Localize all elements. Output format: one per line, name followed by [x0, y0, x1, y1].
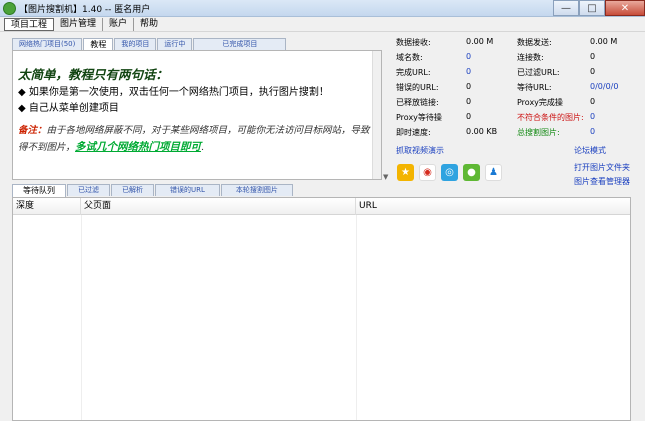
title-bar: 【图片搜割机】1.40 -- 匿名用户 — □ ✕: [0, 0, 645, 17]
wechat-icon[interactable]: ●: [463, 164, 480, 181]
tencent-weibo-icon[interactable]: ◎: [441, 164, 458, 181]
column-divider: [356, 215, 357, 420]
tutorial-panel: 太简单，教程只有两句话： ◆ 如果你是第一次使用，双击任何一个网络热门项目，执行…: [12, 50, 382, 180]
column-divider: [81, 215, 82, 420]
stat-label-filtered-url: 已过滤URL:: [517, 68, 560, 77]
column-header-url[interactable]: URL: [356, 198, 630, 215]
stat-label-sent: 数据发送:: [517, 38, 552, 47]
tab-my-projects[interactable]: 我的项目: [114, 38, 157, 50]
tab-filtered[interactable]: 已过滤: [67, 184, 110, 196]
stat-value-recv: 0.00 M: [466, 37, 494, 46]
stat-value-domains: 0: [466, 52, 472, 61]
weibo-icon[interactable]: ◉: [419, 164, 436, 181]
column-header-depth[interactable]: 深度: [13, 198, 81, 215]
tab-error-url[interactable]: 错误的URL: [155, 184, 220, 196]
queue-tabs: 等待队列 已过滤 已解析 错误的URL 本轮搜割图片: [12, 184, 294, 197]
stat-label-recv: 数据接收:: [396, 38, 431, 47]
tutorial-scrollbar[interactable]: [372, 51, 381, 179]
stat-label-done-url: 完成URL:: [396, 68, 431, 77]
stat-label-speed: 即时速度:: [396, 128, 431, 137]
tab-hot-projects[interactable]: 网络热门项目(50): [12, 38, 83, 50]
table-header: 深度 父页面 URL: [13, 198, 630, 215]
minimize-button[interactable]: —: [553, 0, 579, 16]
stat-value-error-url: 0: [466, 82, 472, 91]
window-title: 【图片搜割机】1.40 -- 匿名用户: [19, 5, 151, 15]
tutorial-step-1: ◆ 如果你是第一次使用，双击任何一个网络热门项目，执行图片搜割！: [18, 87, 329, 98]
tab-completed[interactable]: 已完成项目: [193, 38, 287, 50]
menu-project[interactable]: 项目工程: [4, 17, 55, 31]
column-header-parent-page[interactable]: 父页面: [81, 198, 356, 215]
video-demo-link[interactable]: 抓取视频演示: [396, 145, 444, 156]
forum-mode-link[interactable]: 论坛模式: [574, 145, 606, 156]
tab-round-images[interactable]: 本轮搜割图片: [220, 184, 293, 196]
stat-label-proxy-done: Proxy完成操: [517, 98, 563, 107]
note-label: 备注：: [18, 125, 47, 136]
qzone-icon[interactable]: ★: [397, 164, 414, 181]
maximize-button[interactable]: □: [579, 0, 605, 16]
stat-value-total-images: 0: [590, 127, 596, 136]
tab-wait-queue[interactable]: 等待队列: [12, 184, 66, 197]
note-end: .: [201, 142, 205, 153]
stat-value-filtered-url: 0: [590, 67, 596, 76]
stat-label-error-url: 错误的URL:: [396, 83, 439, 92]
stat-label-domains: 域名数:: [396, 53, 423, 62]
stat-value-proxy-wait: 0: [466, 112, 472, 121]
open-folder-link[interactable]: 打开图片文件夹: [574, 162, 630, 173]
stat-value-done-url: 0: [466, 67, 472, 76]
url-table: 深度 父页面 URL: [12, 197, 631, 421]
stat-value-rejected-images: 0: [590, 112, 596, 121]
tab-parsed[interactable]: 已解析: [111, 184, 154, 196]
tutorial-title: 太简单，教程只有两句话：: [18, 67, 169, 82]
scroll-down-arrow-icon[interactable]: ▼: [383, 173, 388, 181]
stat-value-proxy-done: 0: [590, 97, 596, 106]
stat-label-total-images: 总搜割图片:: [517, 128, 560, 137]
stat-value-connections: 0: [590, 52, 596, 61]
tab-running[interactable]: 运行中: [157, 38, 193, 50]
stat-label-wait-url: 等待URL:: [517, 83, 552, 92]
image-manager-link[interactable]: 图片查看管理器: [574, 176, 630, 187]
stat-value-speed: 0.00 KB: [466, 127, 498, 136]
menu-bar: 项目工程 图片管理 账户 帮助: [0, 17, 645, 32]
tutorial-step-2: ◆ 自己从菜单创建项目: [18, 103, 119, 114]
stat-label-connections: 连接数:: [517, 53, 544, 62]
qq-icon[interactable]: ♟: [485, 164, 502, 181]
tutorial-note: 备注：由于各地网络屏蔽不同，对于某些网络项目，可能你无法访问目标网站，导致得不到…: [18, 123, 378, 156]
stat-label-released: 已释放链接:: [396, 98, 439, 107]
stat-value-wait-url: 0/0/0/0: [590, 82, 619, 91]
window-controls: — □ ✕: [553, 0, 645, 17]
stat-value-released: 0: [466, 97, 472, 106]
menu-account[interactable]: 账户: [103, 17, 135, 31]
stat-label-rejected-images: 不符合条件的图片:: [517, 113, 584, 122]
menu-help[interactable]: 帮助: [134, 18, 164, 31]
try-hot-projects-link[interactable]: 多试几个网络热门项目即可: [75, 141, 201, 153]
stat-value-sent: 0.00 M: [590, 37, 618, 46]
menu-image-manage[interactable]: 图片管理: [54, 17, 104, 31]
stat-label-proxy-wait: Proxy等待操: [396, 113, 442, 122]
close-button[interactable]: ✕: [605, 0, 645, 16]
app-logo-icon: [3, 2, 16, 15]
